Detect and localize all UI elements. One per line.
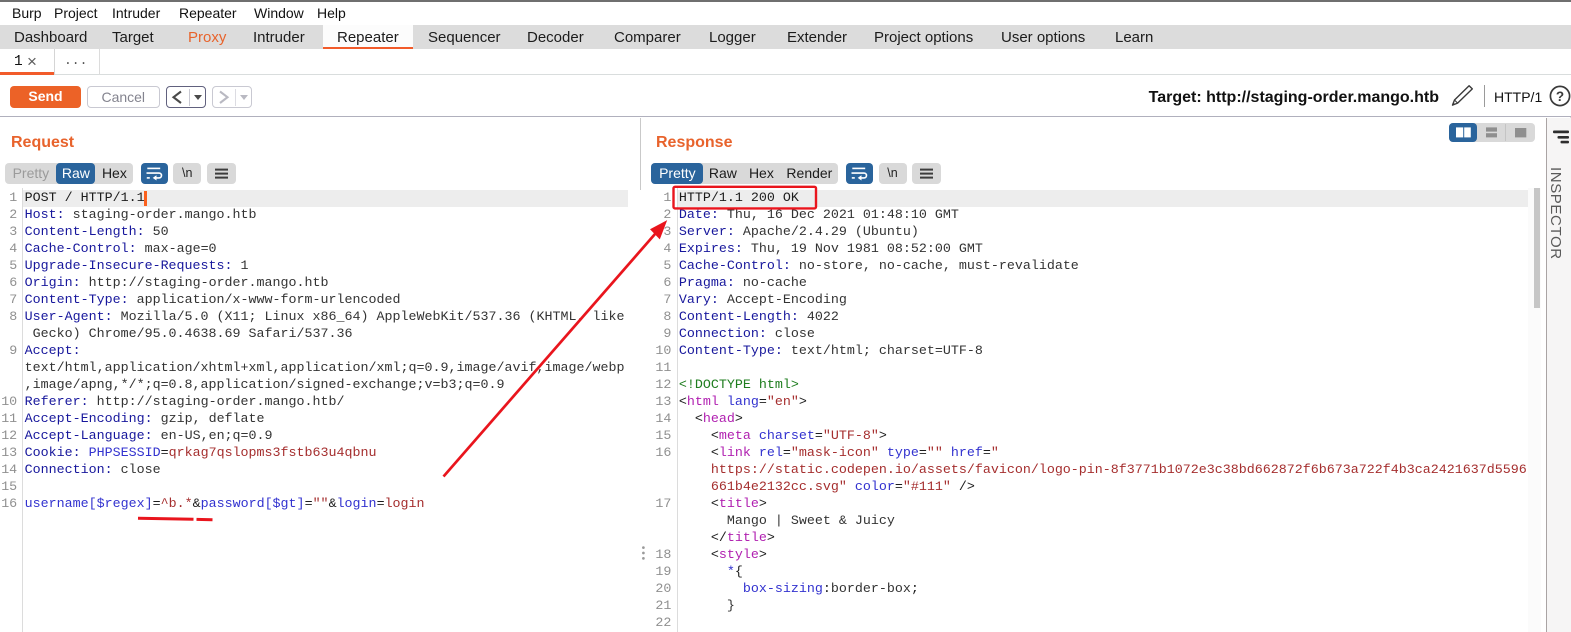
- svg-text:?: ?: [1556, 89, 1564, 104]
